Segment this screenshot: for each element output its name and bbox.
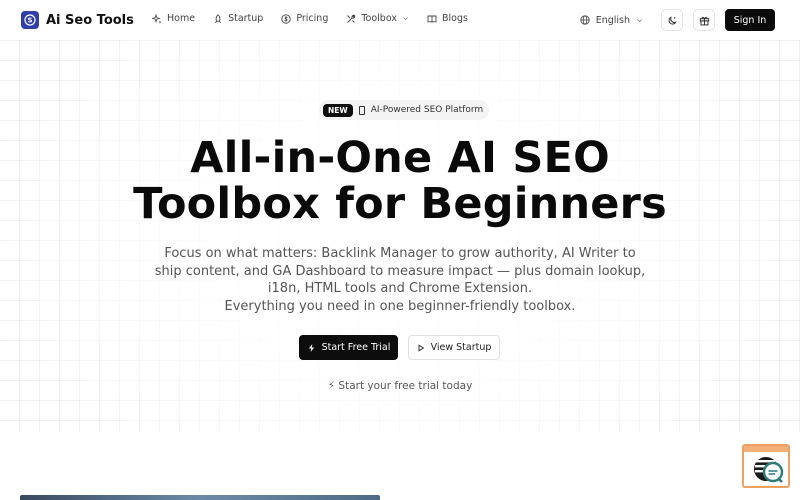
main-nav: Home Startup Pricing Toolbox Blogs xyxy=(152,13,468,24)
tools-icon xyxy=(347,14,356,23)
nav-label: Blogs xyxy=(441,13,468,24)
book-icon xyxy=(427,15,437,23)
hero-title: All-in-One AI SEO Toolbox for Beginners xyxy=(0,135,800,227)
sign-in-button[interactable]: Sign In xyxy=(725,9,775,31)
dollar-circle-icon xyxy=(281,13,291,24)
button-label: View Startup xyxy=(430,342,492,353)
logo-icon: S xyxy=(21,11,39,29)
nav-item-pricing[interactable]: Pricing xyxy=(281,13,328,24)
sparkles-icon xyxy=(152,13,162,23)
hero-desc-line: i18n, HTML tools and Chrome Extension. xyxy=(267,281,533,296)
nav-label: Toolbox xyxy=(361,13,397,24)
language-selector[interactable]: English xyxy=(580,15,643,26)
brand-logo[interactable]: S Ai Seo Tools xyxy=(21,11,134,29)
gift-icon xyxy=(699,16,709,25)
svg-text:S: S xyxy=(27,17,32,25)
nav-item-blogs[interactable]: Blogs xyxy=(427,13,468,24)
hero-desc-line: ship content, and GA Dashboard to measur… xyxy=(154,263,646,279)
gift-button[interactable] xyxy=(693,9,715,31)
play-icon xyxy=(418,343,424,352)
hero-description: Focus on what matters: Backlink Manager … xyxy=(150,245,650,315)
nav-item-toolbox[interactable]: Toolbox xyxy=(346,13,409,24)
nav-label: Pricing xyxy=(296,13,329,24)
start-free-trial-button[interactable]: Start Free Trial xyxy=(299,335,398,360)
hero-title-line: All-in-One AI SEO xyxy=(190,133,610,183)
brand-name: Ai Seo Tools xyxy=(46,12,134,28)
globe-icon xyxy=(580,15,590,25)
new-tag: NEW xyxy=(323,103,353,117)
section-divider xyxy=(0,432,800,500)
chat-support-button[interactable] xyxy=(742,444,790,488)
hero-desc-line: Everything you need in one beginner-frie… xyxy=(224,298,576,314)
top-navbar: S Ai Seo Tools Home Startup Pricing Tool… xyxy=(0,0,800,40)
nav-item-startup[interactable]: Startup xyxy=(213,13,263,24)
nav-label: Startup xyxy=(228,13,264,24)
button-label: Start Free Trial xyxy=(321,342,391,353)
hero-desc-line: Focus on what matters: Backlink Manager … xyxy=(164,246,636,261)
product-preview-image xyxy=(20,495,380,500)
hero-title-line: Toolbox for Beginners xyxy=(133,179,667,229)
language-label: English xyxy=(595,14,630,26)
trial-note: ⚡ Start your free trial today xyxy=(327,380,473,392)
chevron-down-icon xyxy=(403,17,408,21)
announcement-badge[interactable]: NEW AI-Powered SEO Platform xyxy=(319,100,490,120)
hero-cta-group: Start Free Trial View Startup xyxy=(299,335,500,360)
badge-icon xyxy=(358,105,365,115)
lightning-icon xyxy=(308,343,314,352)
rocket-icon xyxy=(215,13,222,23)
view-startup-button[interactable]: View Startup xyxy=(408,335,500,360)
nav-label: Home xyxy=(167,13,196,24)
theme-toggle-button[interactable] xyxy=(661,9,683,31)
chat-support-icon xyxy=(744,446,788,483)
moon-icon xyxy=(668,15,677,25)
badge-text: AI-Powered SEO Platform xyxy=(370,105,484,115)
header-actions: English Sign In xyxy=(580,9,775,31)
nav-item-home[interactable]: Home xyxy=(152,13,195,24)
chevron-down-icon xyxy=(637,18,642,22)
